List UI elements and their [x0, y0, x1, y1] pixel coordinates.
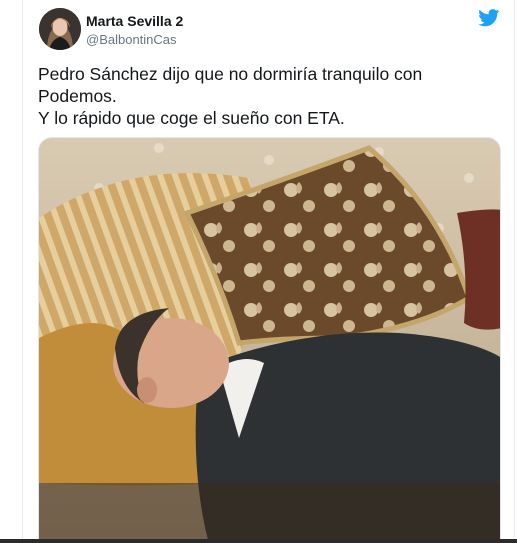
author-handle[interactable]: @BalbontinCas	[86, 31, 183, 49]
avatar-image	[39, 8, 81, 50]
author-block: Marta Sevilla 2 @BalbontinCas	[86, 12, 183, 49]
photo-man-lying-on-pillows	[39, 138, 500, 542]
twitter-bird-icon[interactable]	[478, 9, 500, 27]
tweet-text-line: Podemos.	[38, 86, 117, 106]
bottom-edge-bar	[0, 539, 517, 543]
author-name[interactable]: Marta Sevilla 2	[86, 12, 183, 30]
tweet-media-image[interactable]	[38, 137, 501, 543]
avatar[interactable]	[39, 8, 81, 50]
tweet-card: Marta Sevilla 2 @BalbontinCas Pedro Sánc…	[22, 0, 515, 543]
tweet-text-line: Y lo rápido que coge el sueño con ETA.	[38, 108, 345, 128]
tweet-text: Pedro Sánchez dijo que no dormiría tranq…	[38, 63, 498, 129]
tweet-text-line: Pedro Sánchez dijo que no dormiría tranq…	[38, 64, 423, 84]
